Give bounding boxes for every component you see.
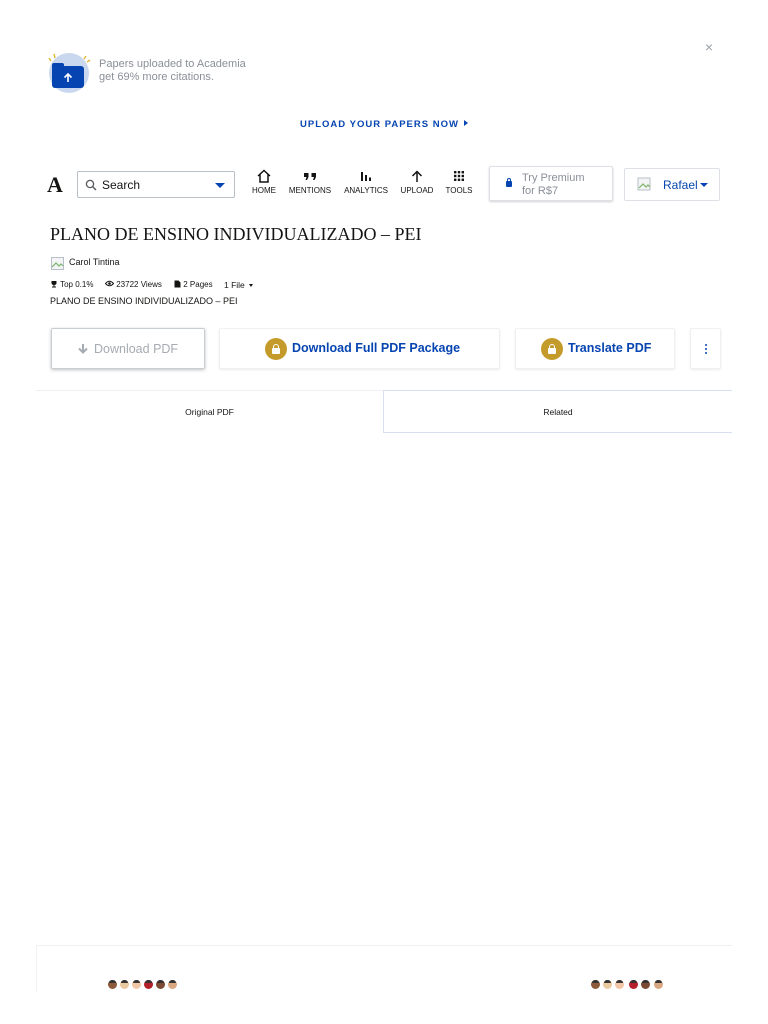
premium-line1: Try Premium: [522, 172, 585, 184]
nav-upload[interactable]: UPLOAD: [400, 169, 434, 199]
close-icon[interactable]: ×: [702, 40, 716, 54]
rank-text: Top 0.1%: [60, 280, 94, 289]
tab-related[interactable]: Related: [383, 390, 732, 433]
nav-mentions[interactable]: MENTIONS: [286, 169, 334, 199]
page-title: PLANO DE ENSINO INDIVIDUALIZADO – PEI: [50, 224, 422, 244]
upload-papers-link[interactable]: UPLOAD YOUR PAPERS NOW: [0, 119, 768, 130]
quote-icon: [304, 173, 316, 180]
caret-down-icon: [248, 284, 253, 288]
chevron-down-icon[interactable]: [215, 183, 225, 188]
nav-analytics-label: ANALYTICS: [344, 186, 388, 195]
upload-papers-label: UPLOAD YOUR PAPERS NOW: [300, 119, 459, 130]
avatar: [629, 980, 638, 989]
avatar: [132, 980, 141, 989]
nav-upload-label: UPLOAD: [400, 186, 434, 195]
files-text: 1 File: [224, 280, 245, 290]
grid-icon: [454, 171, 464, 181]
lock-icon: [265, 338, 287, 360]
download-pdf-label: Download PDF: [94, 342, 179, 356]
more-options-button[interactable]: [690, 328, 721, 369]
search-icon: [85, 179, 97, 191]
pages-stat: 2 Pages: [174, 280, 213, 289]
avatar: [144, 980, 153, 989]
avatar: [108, 980, 117, 989]
content-tabs: Original PDF Related: [36, 390, 732, 433]
author-avatar: [51, 257, 64, 270]
avatar: [120, 980, 129, 989]
user-name: Rafael: [663, 178, 698, 192]
premium-text: Try Premium for R$7: [522, 172, 585, 198]
avatar: [603, 980, 612, 989]
lock-icon: [541, 338, 563, 360]
chevron-down-icon: [700, 183, 708, 187]
nav-home-label: HOME: [252, 186, 276, 195]
tab-original-pdf[interactable]: Original PDF: [36, 390, 383, 433]
divider: [36, 946, 37, 992]
eye-icon: [104, 280, 115, 287]
researcher-avatars-left: [108, 980, 184, 990]
files-dropdown[interactable]: 1 File: [224, 280, 253, 290]
avatar: [615, 980, 624, 989]
more-vertical-icon: [705, 344, 707, 354]
avatar: [654, 980, 663, 989]
user-menu-button[interactable]: Rafael: [624, 168, 720, 201]
views-text: 23722 Views: [116, 280, 162, 289]
translate-pdf-label: Translate PDF: [568, 341, 652, 355]
divider: [36, 945, 732, 946]
researcher-avatars-right: [591, 980, 669, 990]
download-full-pdf-package-button[interactable]: Download Full PDF Package: [219, 328, 500, 369]
file-icon: [174, 280, 181, 288]
rank-stat: Top 0.1%: [50, 280, 93, 289]
avatar: [156, 980, 165, 989]
academia-logo[interactable]: A: [47, 172, 63, 198]
caret-right-icon: [463, 120, 468, 127]
lock-icon: [506, 178, 512, 187]
arrow-up-icon: [411, 170, 423, 182]
nav-analytics[interactable]: ANALYTICS: [342, 169, 390, 199]
promo-text-line1: Papers uploaded to Academia: [99, 58, 246, 70]
upload-folder-illustration: [48, 53, 91, 93]
try-premium-button[interactable]: Try Premium for R$7: [489, 166, 613, 201]
promo-banner: Papers uploaded to Academia get 69% more…: [0, 0, 768, 150]
nav-tools-label: TOOLS: [445, 186, 473, 195]
download-pdf-button[interactable]: Download PDF: [51, 328, 205, 369]
bar-chart-icon: [361, 172, 371, 181]
search-box: [77, 171, 235, 198]
download-package-label: Download Full PDF Package: [292, 341, 461, 355]
download-arrow-icon: [78, 344, 88, 354]
search-input[interactable]: [102, 172, 208, 197]
nav-tools[interactable]: TOOLS: [444, 169, 474, 199]
trophy-icon: [51, 281, 57, 288]
avatar: [637, 177, 651, 191]
avatar: [591, 980, 600, 989]
author-name[interactable]: Carol Tintina: [69, 257, 120, 267]
pages-text: 2 Pages: [183, 280, 213, 289]
promo-text-line2: get 69% more citations.: [99, 71, 214, 83]
avatar: [168, 980, 177, 989]
translate-pdf-button[interactable]: Translate PDF: [515, 328, 675, 369]
premium-line2: for R$7: [522, 185, 559, 197]
paper-subtitle: PLANO DE ENSINO INDIVIDUALIZADO – PEI: [50, 296, 238, 306]
promo-text: Papers uploaded to Academia get 69% more…: [99, 58, 319, 84]
nav-mentions-label: MENTIONS: [288, 186, 332, 195]
avatar: [641, 980, 650, 989]
nav-home[interactable]: HOME: [249, 169, 279, 199]
top-navbar: A HOME MENTIONS ANALYTICS UPLOAD: [36, 158, 732, 210]
views-stat: 23722 Views: [104, 280, 162, 289]
home-icon: [257, 169, 271, 183]
